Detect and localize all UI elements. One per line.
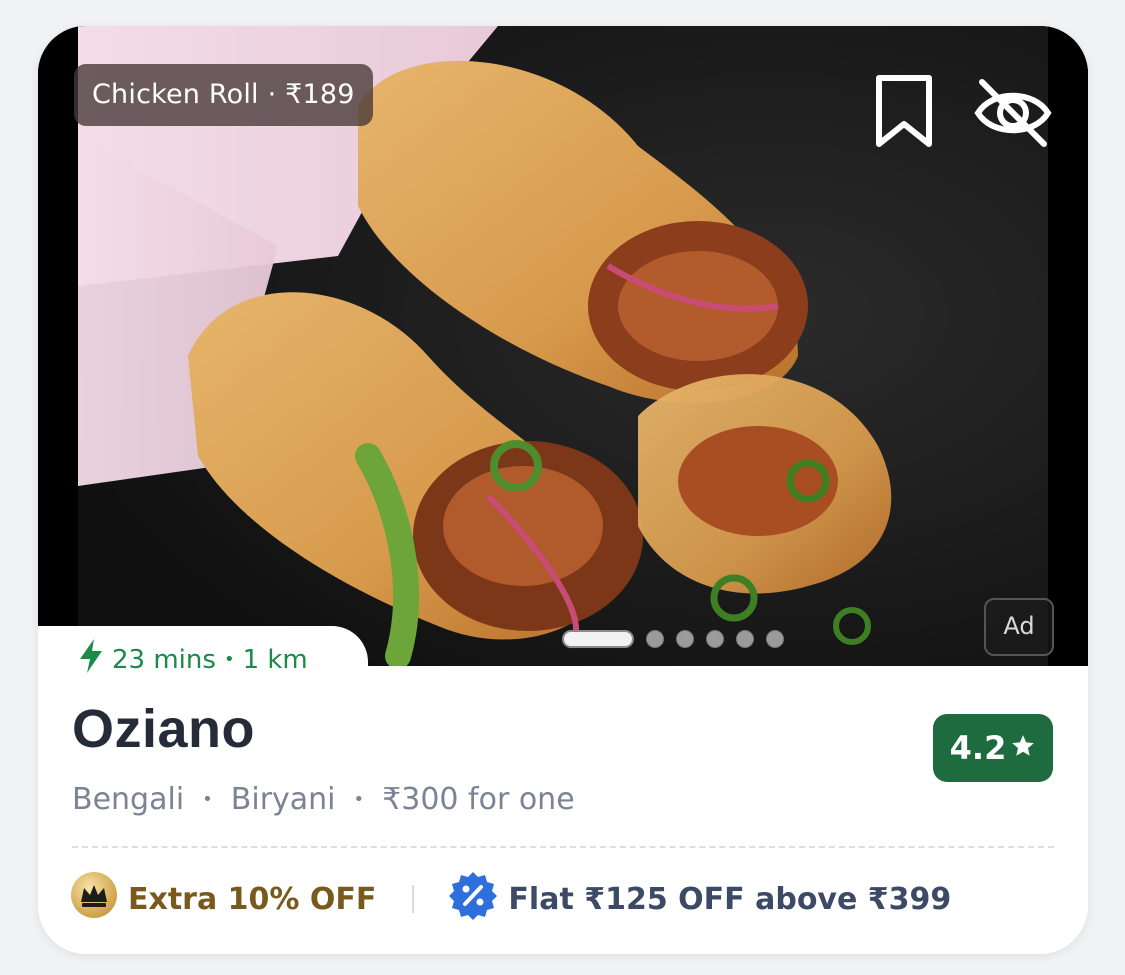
carousel-dot[interactable]	[646, 630, 664, 648]
offers-row: Extra 10% OFF Flat ₹125 OFF above ₹399	[70, 871, 951, 927]
discount-badge-icon	[448, 870, 498, 928]
carousel-dot[interactable]	[562, 630, 634, 648]
dashed-divider	[72, 846, 1054, 848]
meta-separator: •	[353, 789, 365, 810]
dish-price: ₹189	[285, 79, 355, 110]
crown-icon	[70, 871, 118, 927]
cuisine-tag: Bengali	[72, 782, 185, 817]
eta-separator: •	[223, 649, 235, 670]
lightning-icon	[78, 638, 104, 681]
eta-distance: 1 km	[242, 644, 308, 675]
carousel-dot[interactable]	[736, 630, 754, 648]
carousel-dot[interactable]	[706, 630, 724, 648]
delivery-eta: 23 mins • 1 km	[78, 638, 308, 681]
discount-offer: Flat ₹125 OFF above ₹399	[448, 870, 951, 928]
carousel-indicator[interactable]	[562, 630, 784, 648]
star-icon	[1010, 729, 1036, 767]
membership-offer-text: Extra 10% OFF	[128, 881, 377, 917]
eta-time: 23 mins	[112, 644, 216, 675]
cuisine-tag: Biryani	[230, 782, 336, 817]
carousel-dot[interactable]	[676, 630, 694, 648]
dish-price-tag: Chicken Roll · ₹189	[74, 64, 373, 126]
bookmark-icon[interactable]	[874, 74, 934, 154]
dish-name: Chicken Roll	[92, 79, 259, 110]
restaurant-card[interactable]: Chicken Roll · ₹189 Ad 23 mins • 1 km Oz…	[38, 26, 1088, 954]
offer-separator	[412, 885, 415, 913]
dish-tag-separator: ·	[267, 79, 277, 110]
meta-separator: •	[202, 789, 213, 810]
eye-off-icon[interactable]	[974, 78, 1052, 152]
restaurant-name[interactable]: Oziano	[72, 698, 255, 760]
restaurant-meta: Bengali • Biryani • ₹300 for one	[72, 782, 575, 817]
food-image-carousel[interactable]: Chicken Roll · ₹189 Ad	[38, 26, 1088, 666]
membership-offer: Extra 10% OFF	[70, 871, 376, 927]
rating-value: 4.2	[949, 729, 1007, 767]
cost-for-one: ₹300 for one	[382, 782, 575, 817]
ad-badge: Ad	[984, 598, 1054, 656]
rating-badge: 4.2	[933, 714, 1053, 782]
carousel-dot[interactable]	[766, 630, 784, 648]
discount-offer-text: Flat ₹125 OFF above ₹399	[508, 881, 952, 917]
